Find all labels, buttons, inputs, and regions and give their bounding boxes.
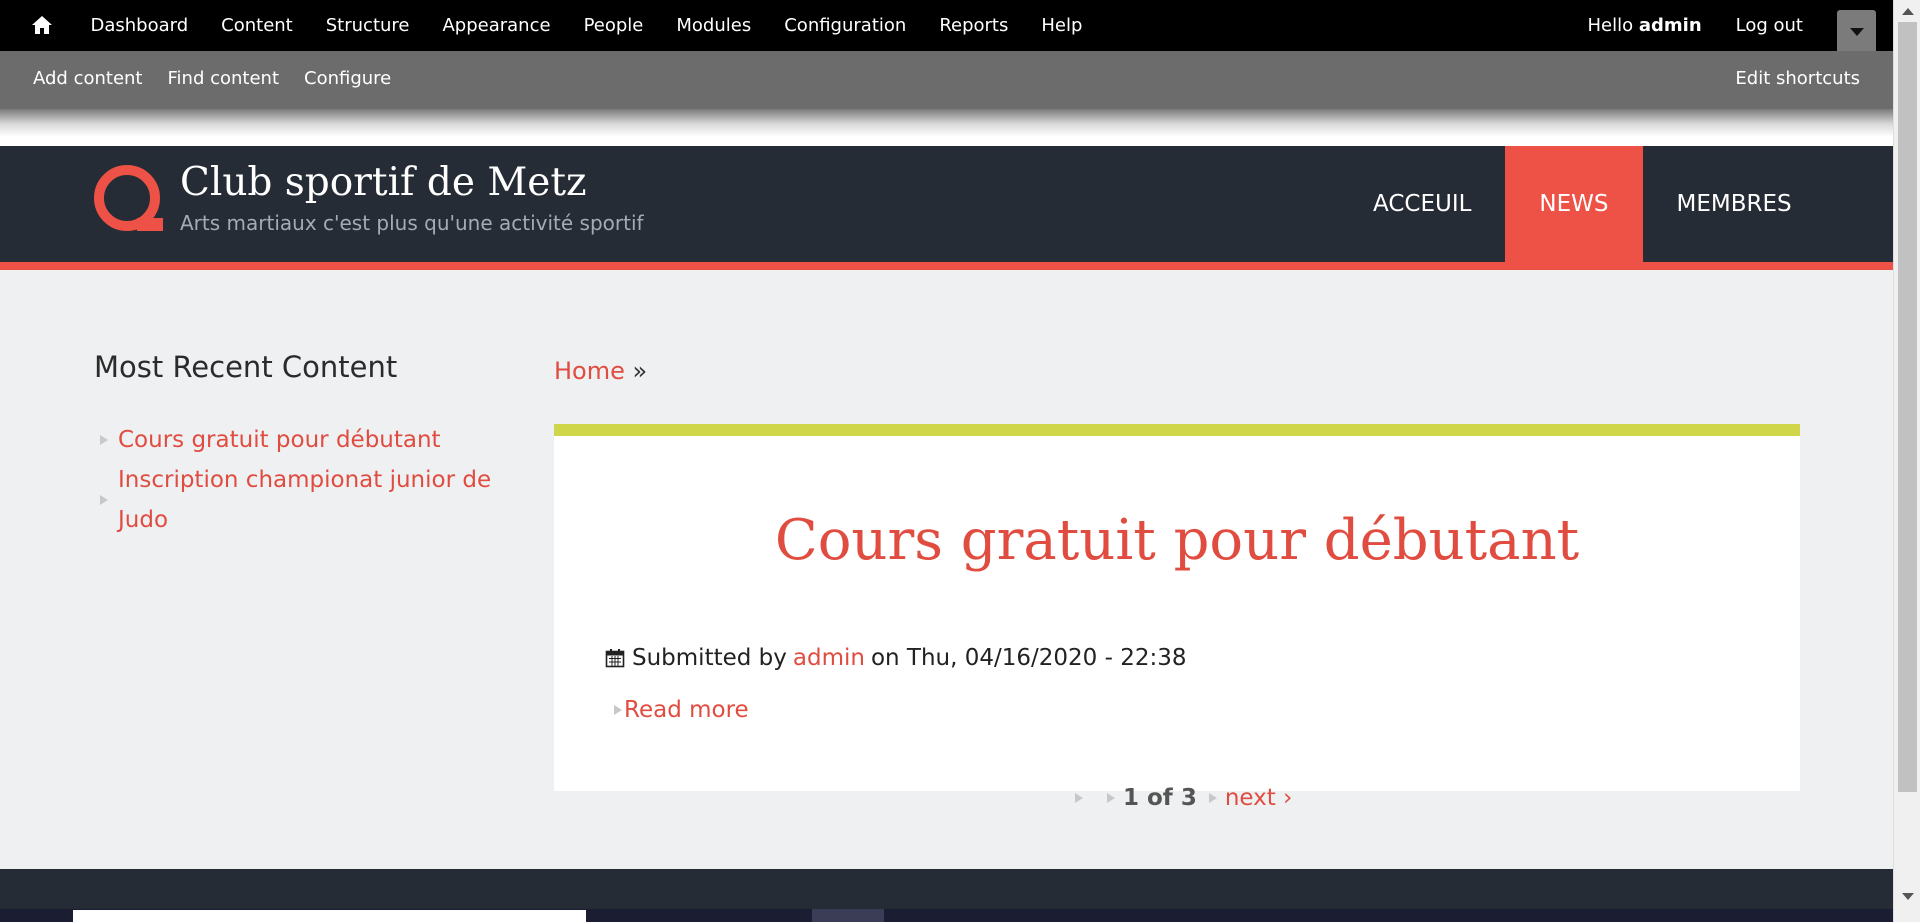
breadcrumb-home[interactable]: Home — [554, 357, 625, 385]
admin-menu-help[interactable]: Help — [1025, 15, 1099, 36]
admin-menu-appearance[interactable]: Appearance — [426, 15, 567, 36]
calendar-icon — [605, 649, 625, 668]
scroll-down-icon[interactable] — [1902, 893, 1914, 900]
bullet-icon — [1073, 791, 1085, 805]
article-date: on Thu, 04/16/2020 - 22:38 — [870, 645, 1187, 671]
admin-menu-structure[interactable]: Structure — [309, 15, 426, 36]
read-more-link[interactable]: Read more — [612, 697, 749, 723]
nav-item-news[interactable]: NEWS — [1505, 146, 1643, 262]
shortcut-configure[interactable]: Configure — [304, 68, 391, 89]
scroll-up-icon[interactable] — [1902, 8, 1914, 15]
recent-link-cours[interactable]: Cours gratuit pour débutant — [118, 420, 441, 460]
nav-item-membres[interactable]: MEMBRES — [1643, 146, 1826, 262]
admin-menu: Dashboard Content Structure Appearance P… — [74, 0, 1099, 51]
article-title[interactable]: Cours gratuit pour débutant — [554, 508, 1800, 573]
admin-menu-reports[interactable]: Reports — [923, 15, 1025, 36]
breadcrumb: Home » — [554, 357, 647, 385]
logo-icon[interactable] — [93, 164, 165, 234]
admin-menu-content[interactable]: Content — [205, 15, 310, 36]
taskbar-app-button[interactable] — [812, 909, 884, 922]
user-greeting: Hello admin — [1588, 15, 1702, 36]
scrollbar-thumb[interactable] — [1898, 22, 1917, 792]
username[interactable]: admin — [1639, 15, 1702, 36]
list-item: Cours gratuit pour débutant — [98, 420, 508, 460]
admin-menu-people[interactable]: People — [567, 15, 660, 36]
article-teaser: Cours gratuit pour débutant Submitted by… — [554, 424, 1800, 791]
author-link[interactable]: admin — [793, 645, 865, 671]
article-meta: Submitted by admin on Thu, 04/16/2020 - … — [605, 645, 1187, 671]
main-nav: ACCEUIL NEWS MEMBRES — [1339, 146, 1826, 262]
admin-menu-modules[interactable]: Modules — [660, 15, 768, 36]
submitted-by-label: Submitted by — [632, 645, 787, 671]
bullet-icon — [98, 433, 118, 447]
page-scrollbar[interactable] — [1893, 0, 1920, 922]
bullet-icon — [612, 703, 624, 717]
edit-shortcuts-link[interactable]: Edit shortcuts — [1735, 68, 1860, 89]
toolbar-toggle-button[interactable] — [1837, 10, 1876, 51]
home-icon[interactable] — [30, 13, 54, 37]
bullet-icon — [98, 493, 118, 507]
admin-toolbar: Dashboard Content Structure Appearance P… — [0, 0, 1893, 51]
shortcut-list: Add content Find content Configure — [33, 68, 416, 89]
read-more-label[interactable]: Read more — [624, 697, 749, 723]
nav-item-acceuil[interactable]: ACCEUIL — [1339, 146, 1505, 262]
site-footer — [0, 869, 1893, 909]
breadcrumb-separator: » — [632, 357, 648, 385]
site-name[interactable]: Club sportif de Metz — [180, 160, 587, 205]
recent-content-list: Cours gratuit pour débutant Inscription … — [98, 420, 508, 540]
list-item: Inscription championat junior de Judo — [98, 460, 508, 540]
shortcut-add-content[interactable]: Add content — [33, 68, 143, 89]
user-area: Hello admin Log out — [1588, 0, 1804, 51]
admin-menu-configuration[interactable]: Configuration — [768, 15, 923, 36]
toolbar-shadow — [0, 109, 1893, 146]
site-header: Club sportif de Metz Arts martiaux c'est… — [0, 146, 1893, 270]
taskbar-search-input[interactable] — [73, 910, 586, 922]
bullet-icon — [1207, 791, 1219, 805]
recent-link-inscription[interactable]: Inscription championat junior de Judo — [118, 460, 508, 540]
bullet-icon — [1105, 791, 1117, 805]
site-slogan: Arts martiaux c'est plus qu'une activité… — [180, 211, 644, 235]
logout-link[interactable]: Log out — [1736, 15, 1803, 36]
pager-current: 1 of 3 — [1123, 785, 1197, 811]
greeting-prefix: Hello — [1587, 15, 1634, 36]
os-taskbar — [0, 909, 1893, 922]
sidebar-title: Most Recent Content — [94, 350, 398, 384]
shortcuts-bar: Add content Find content Configure Edit … — [0, 51, 1893, 109]
pager: 1 of 3 next › — [1073, 785, 1292, 811]
shortcut-find-content[interactable]: Find content — [168, 68, 280, 89]
pager-next-link[interactable]: next › — [1225, 785, 1292, 811]
admin-menu-dashboard[interactable]: Dashboard — [74, 15, 205, 36]
